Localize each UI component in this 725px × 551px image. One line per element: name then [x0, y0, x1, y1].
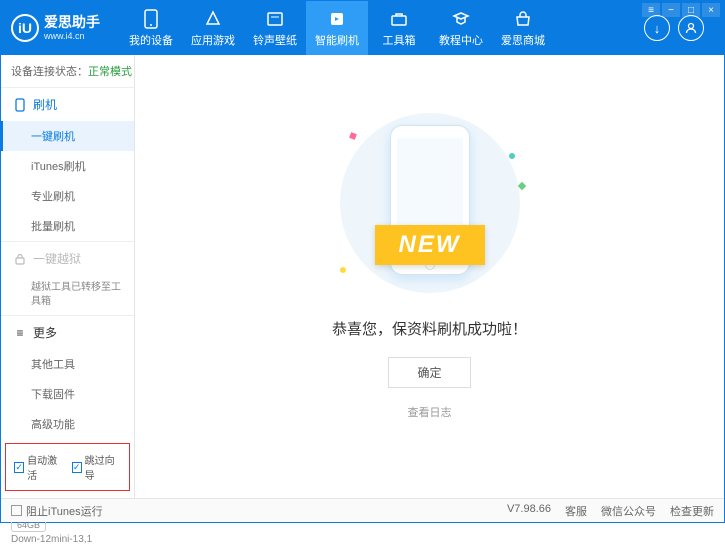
- connection-status: 设备连接状态：正常模式: [1, 55, 134, 88]
- nav-toolbox[interactable]: 工具箱: [368, 1, 430, 55]
- jailbreak-note: 越狱工具已转移至工具箱: [1, 275, 134, 315]
- app-url: www.i4.cn: [44, 31, 100, 42]
- flash-section-icon: [13, 98, 27, 112]
- sidebar: 设备连接状态：正常模式 刷机 一键刷机 iTunes刷机 专业刷机 批量刷机 一…: [1, 55, 135, 498]
- store-icon: [513, 9, 533, 29]
- sidebar-more-header[interactable]: ≡ 更多: [1, 316, 134, 349]
- flash-icon: [327, 9, 347, 29]
- app-logo: iU 爱思助手 www.i4.cn: [11, 14, 100, 42]
- checkbox-block-itunes[interactable]: 阻止iTunes运行: [11, 503, 103, 519]
- sidebar-item-pro[interactable]: 专业刷机: [1, 181, 134, 211]
- sidebar-item-oneclick[interactable]: 一键刷机: [1, 121, 134, 151]
- version-label: V7.98.66: [507, 503, 551, 519]
- logo-icon: iU: [11, 14, 39, 42]
- device-details: Down-12mini-13,1: [11, 534, 124, 545]
- sidebar-item-itunes[interactable]: iTunes刷机: [1, 151, 134, 181]
- app-title: 爱思助手: [44, 14, 100, 31]
- checkbox-auto-activate[interactable]: ✓自动激活: [14, 452, 64, 482]
- view-log-link[interactable]: 查看日志: [408, 404, 452, 420]
- user-button[interactable]: [678, 15, 704, 41]
- tutorial-icon: [451, 9, 471, 29]
- nav-ringtones[interactable]: 铃声壁纸: [244, 1, 306, 55]
- nav-tutorials[interactable]: 教程中心: [430, 1, 492, 55]
- success-message: 恭喜您，保资料刷机成功啦！: [332, 318, 527, 339]
- sidebar-item-batch[interactable]: 批量刷机: [1, 211, 134, 241]
- maximize-button[interactable]: □: [682, 3, 700, 17]
- nav-my-device[interactable]: 我的设备: [120, 1, 182, 55]
- success-illustration: NEW: [330, 123, 530, 293]
- checkbox-skip-guide[interactable]: ✓跳过向导: [72, 452, 122, 482]
- footer-update[interactable]: 检查更新: [670, 503, 714, 519]
- menu-button[interactable]: ≡: [642, 3, 660, 17]
- lock-icon: [13, 252, 27, 266]
- new-banner: NEW: [375, 225, 485, 265]
- footer-support[interactable]: 客服: [565, 503, 587, 519]
- footer-wechat[interactable]: 微信公众号: [601, 503, 656, 519]
- toolbox-icon: [389, 9, 409, 29]
- window-controls: ≡ − □ ×: [642, 3, 720, 17]
- more-icon: ≡: [13, 326, 27, 340]
- app-header: ≡ − □ × iU 爱思助手 www.i4.cn 我的设备 应用游戏 铃声壁纸…: [1, 1, 724, 55]
- sidebar-jailbreak-header: 一键越狱: [1, 242, 134, 275]
- sidebar-item-download[interactable]: 下载固件: [1, 379, 134, 409]
- apps-icon: [203, 9, 223, 29]
- download-button[interactable]: ↓: [644, 15, 670, 41]
- nav-apps[interactable]: 应用游戏: [182, 1, 244, 55]
- close-button[interactable]: ×: [702, 3, 720, 17]
- sidebar-flash-header[interactable]: 刷机: [1, 88, 134, 121]
- wallpaper-icon: [265, 9, 285, 29]
- confirm-button[interactable]: 确定: [388, 357, 470, 388]
- sidebar-item-other[interactable]: 其他工具: [1, 349, 134, 379]
- main-nav: 我的设备 应用游戏 铃声壁纸 智能刷机 工具箱 教程中心 爱思商城: [120, 1, 554, 55]
- footer: 阻止iTunes运行 V7.98.66 客服 微信公众号 检查更新: [1, 498, 724, 522]
- minimize-button[interactable]: −: [662, 3, 680, 17]
- phone-icon: [141, 9, 161, 29]
- option-checkboxes: ✓自动激活 ✓跳过向导: [5, 443, 130, 491]
- nav-flash[interactable]: 智能刷机: [306, 1, 368, 55]
- sidebar-item-advanced[interactable]: 高级功能: [1, 409, 134, 439]
- main-content: NEW 恭喜您，保资料刷机成功啦！ 确定 查看日志: [135, 55, 724, 498]
- nav-store[interactable]: 爱思商城: [492, 1, 554, 55]
